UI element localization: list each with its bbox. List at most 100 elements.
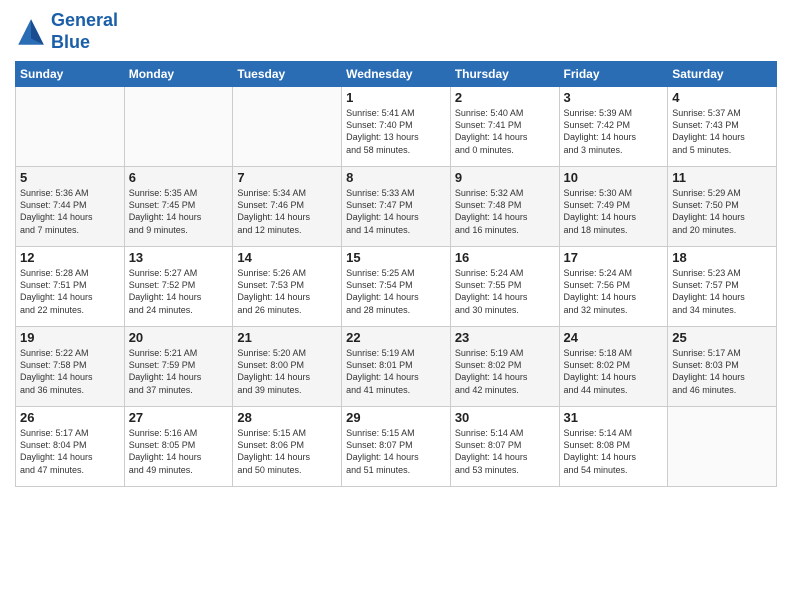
calendar-week-row: 19 Sunrise: 5:22 AM Sunset: 7:58 PM Dayli…	[16, 327, 777, 407]
day-info: Sunrise: 5:35 AM Sunset: 7:45 PM Dayligh…	[129, 187, 229, 236]
calendar-cell: 24Sunrise: 5:18 AM Sunset: 8:02 PM Dayli…	[559, 327, 668, 407]
logo-icon	[15, 16, 47, 48]
calendar-cell: 7 Sunrise: 5:34 AM Sunset: 7:46 PM Daylig…	[233, 167, 342, 247]
day-info: Sunrise: 5:14 AM Sunset: 8:08 PM Dayligh…	[564, 427, 664, 476]
calendar-cell: 12Sunrise: 5:28 AM Sunset: 7:51 PM Dayli…	[16, 247, 125, 327]
day-number: 13	[129, 250, 229, 265]
day-number: 30	[455, 410, 555, 425]
calendar-body: 1 Sunrise: 5:41 AM Sunset: 7:40 PM Daylig…	[16, 87, 777, 487]
day-number: 8	[346, 170, 446, 185]
calendar-cell: 18 Sunrise: 5:23 AM Sunset: 7:57 PM Dayli…	[668, 247, 777, 327]
day-info: Sunrise: 5:24 AM Sunset: 7:55 PM Dayligh…	[455, 267, 555, 316]
day-number: 11	[672, 170, 772, 185]
calendar-cell: 25Sunrise: 5:17 AM Sunset: 8:03 PM Dayli…	[668, 327, 777, 407]
calendar-cell	[668, 407, 777, 487]
day-info: Sunrise: 5:22 AM Sunset: 7:58 PM Dayligh…	[20, 347, 120, 396]
day-info: Sunrise: 5:36 AM Sunset: 7:44 PM Dayligh…	[20, 187, 120, 236]
day-info: Sunrise: 5:34 AM Sunset: 7:46 PM Dayligh…	[237, 187, 337, 236]
calendar-cell: 28 Sunrise: 5:15 AM Sunset: 8:06 PM Dayli…	[233, 407, 342, 487]
day-number: 16	[455, 250, 555, 265]
day-number: 22	[346, 330, 446, 345]
day-info: Sunrise: 5:32 AM Sunset: 7:48 PM Dayligh…	[455, 187, 555, 236]
calendar-cell	[16, 87, 125, 167]
calendar-cell	[233, 87, 342, 167]
day-number: 9	[455, 170, 555, 185]
day-number: 29	[346, 410, 446, 425]
day-info: Sunrise: 5:28 AM Sunset: 7:51 PM Dayligh…	[20, 267, 120, 316]
day-info: Sunrise: 5:16 AM Sunset: 8:05 PM Dayligh…	[129, 427, 229, 476]
page-container: General Blue SundayMondayTuesdayWednesda…	[0, 0, 792, 497]
day-number: 20	[129, 330, 229, 345]
day-number: 1	[346, 90, 446, 105]
header: General Blue	[15, 10, 777, 53]
calendar-week-row: 5 Sunrise: 5:36 AM Sunset: 7:44 PM Daylig…	[16, 167, 777, 247]
day-info: Sunrise: 5:17 AM Sunset: 8:04 PM Dayligh…	[20, 427, 120, 476]
calendar-cell: 16 Sunrise: 5:24 AM Sunset: 7:55 PM Dayli…	[450, 247, 559, 327]
day-number: 4	[672, 90, 772, 105]
calendar-week-row: 26 Sunrise: 5:17 AM Sunset: 8:04 PM Dayli…	[16, 407, 777, 487]
day-info: Sunrise: 5:40 AM Sunset: 7:41 PM Dayligh…	[455, 107, 555, 156]
calendar-cell: 26 Sunrise: 5:17 AM Sunset: 8:04 PM Dayli…	[16, 407, 125, 487]
calendar-cell: 10 Sunrise: 5:30 AM Sunset: 7:49 PM Dayli…	[559, 167, 668, 247]
calendar-cell: 19 Sunrise: 5:22 AM Sunset: 7:58 PM Dayli…	[16, 327, 125, 407]
calendar-cell: 8 Sunrise: 5:33 AM Sunset: 7:47 PM Daylig…	[342, 167, 451, 247]
day-info: Sunrise: 5:21 AM Sunset: 7:59 PM Dayligh…	[129, 347, 229, 396]
calendar-cell: 14Sunrise: 5:26 AM Sunset: 7:53 PM Dayli…	[233, 247, 342, 327]
calendar-cell: 13 Sunrise: 5:27 AM Sunset: 7:52 PM Dayli…	[124, 247, 233, 327]
day-number: 19	[20, 330, 120, 345]
day-number: 7	[237, 170, 337, 185]
day-info: Sunrise: 5:14 AM Sunset: 8:07 PM Dayligh…	[455, 427, 555, 476]
calendar-cell: 30 Sunrise: 5:14 AM Sunset: 8:07 PM Dayli…	[450, 407, 559, 487]
weekday-header: Tuesday	[233, 62, 342, 87]
calendar-cell: 5 Sunrise: 5:36 AM Sunset: 7:44 PM Daylig…	[16, 167, 125, 247]
day-number: 15	[346, 250, 446, 265]
day-info: Sunrise: 5:20 AM Sunset: 8:00 PM Dayligh…	[237, 347, 337, 396]
day-info: Sunrise: 5:30 AM Sunset: 7:49 PM Dayligh…	[564, 187, 664, 236]
calendar-header-row: SundayMondayTuesdayWednesdayThursdayFrid…	[16, 62, 777, 87]
day-number: 26	[20, 410, 120, 425]
day-number: 2	[455, 90, 555, 105]
day-number: 28	[237, 410, 337, 425]
calendar-cell: 15Sunrise: 5:25 AM Sunset: 7:54 PM Dayli…	[342, 247, 451, 327]
day-number: 27	[129, 410, 229, 425]
calendar-cell: 27 Sunrise: 5:16 AM Sunset: 8:05 PM Dayli…	[124, 407, 233, 487]
weekday-header: Sunday	[16, 62, 125, 87]
calendar-week-row: 1 Sunrise: 5:41 AM Sunset: 7:40 PM Daylig…	[16, 87, 777, 167]
logo-text: General Blue	[51, 10, 118, 53]
day-info: Sunrise: 5:37 AM Sunset: 7:43 PM Dayligh…	[672, 107, 772, 156]
day-number: 18	[672, 250, 772, 265]
day-number: 31	[564, 410, 664, 425]
day-info: Sunrise: 5:19 AM Sunset: 8:02 PM Dayligh…	[455, 347, 555, 396]
logo: General Blue	[15, 10, 118, 53]
day-number: 3	[564, 90, 664, 105]
day-number: 5	[20, 170, 120, 185]
day-number: 25	[672, 330, 772, 345]
day-info: Sunrise: 5:29 AM Sunset: 7:50 PM Dayligh…	[672, 187, 772, 236]
day-info: Sunrise: 5:23 AM Sunset: 7:57 PM Dayligh…	[672, 267, 772, 316]
calendar-cell: 6 Sunrise: 5:35 AM Sunset: 7:45 PM Daylig…	[124, 167, 233, 247]
day-number: 24	[564, 330, 664, 345]
day-number: 23	[455, 330, 555, 345]
day-info: Sunrise: 5:39 AM Sunset: 7:42 PM Dayligh…	[564, 107, 664, 156]
day-number: 17	[564, 250, 664, 265]
day-number: 21	[237, 330, 337, 345]
day-info: Sunrise: 5:15 AM Sunset: 8:06 PM Dayligh…	[237, 427, 337, 476]
calendar-cell: 17Sunrise: 5:24 AM Sunset: 7:56 PM Dayli…	[559, 247, 668, 327]
day-info: Sunrise: 5:27 AM Sunset: 7:52 PM Dayligh…	[129, 267, 229, 316]
calendar-cell: 23 Sunrise: 5:19 AM Sunset: 8:02 PM Dayli…	[450, 327, 559, 407]
day-info: Sunrise: 5:41 AM Sunset: 7:40 PM Dayligh…	[346, 107, 446, 156]
calendar-cell: 3 Sunrise: 5:39 AM Sunset: 7:42 PM Daylig…	[559, 87, 668, 167]
calendar-cell	[124, 87, 233, 167]
day-info: Sunrise: 5:26 AM Sunset: 7:53 PM Dayligh…	[237, 267, 337, 316]
day-number: 10	[564, 170, 664, 185]
weekday-header: Thursday	[450, 62, 559, 87]
calendar-table: SundayMondayTuesdayWednesdayThursdayFrid…	[15, 61, 777, 487]
calendar-cell: 1 Sunrise: 5:41 AM Sunset: 7:40 PM Daylig…	[342, 87, 451, 167]
day-info: Sunrise: 5:19 AM Sunset: 8:01 PM Dayligh…	[346, 347, 446, 396]
weekday-header: Saturday	[668, 62, 777, 87]
calendar-cell: 21 Sunrise: 5:20 AM Sunset: 8:00 PM Dayli…	[233, 327, 342, 407]
day-info: Sunrise: 5:33 AM Sunset: 7:47 PM Dayligh…	[346, 187, 446, 236]
calendar-cell: 22 Sunrise: 5:19 AM Sunset: 8:01 PM Dayli…	[342, 327, 451, 407]
day-number: 6	[129, 170, 229, 185]
calendar-cell: 29Sunrise: 5:15 AM Sunset: 8:07 PM Dayli…	[342, 407, 451, 487]
